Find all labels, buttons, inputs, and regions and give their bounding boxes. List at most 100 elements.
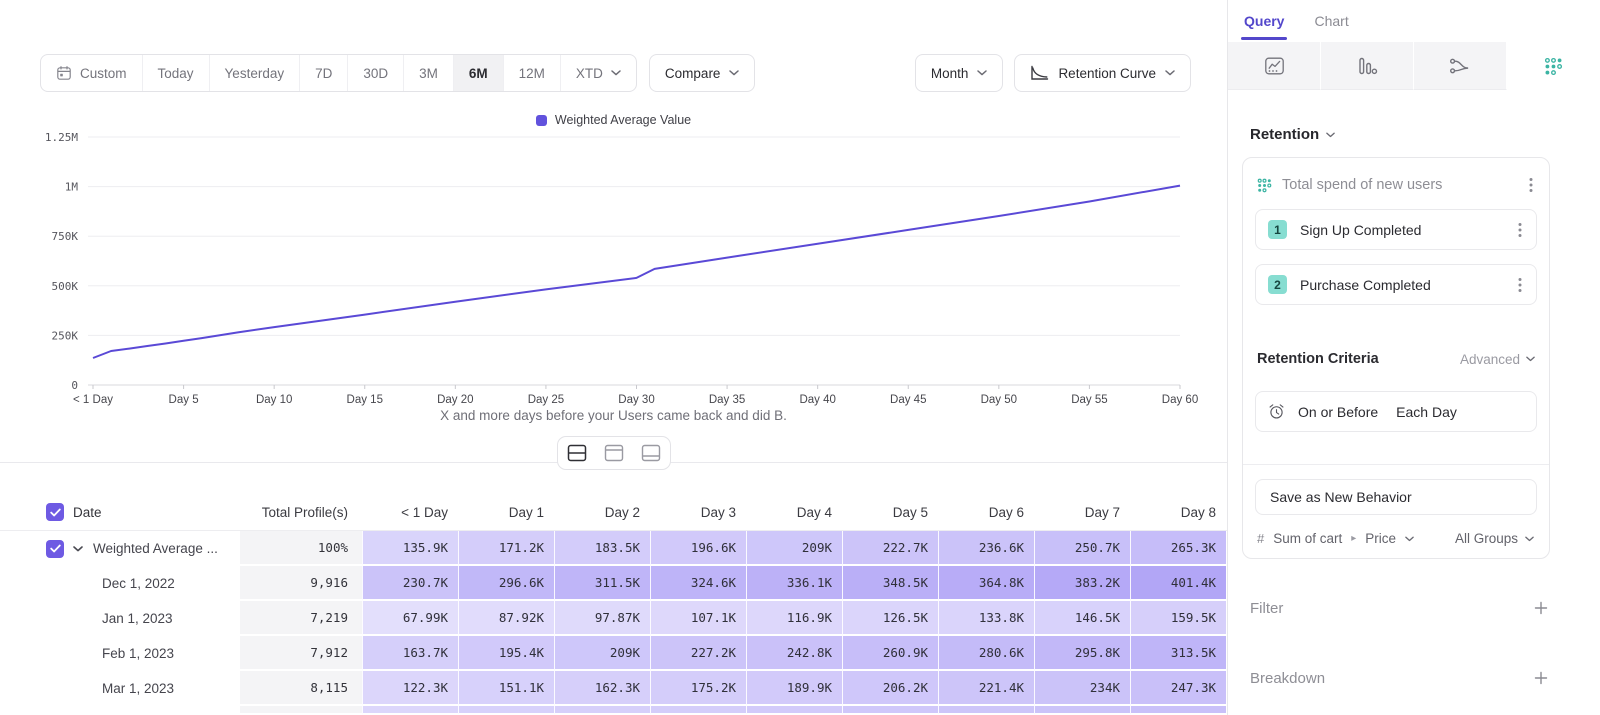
tab-query[interactable]: Query	[1244, 0, 1284, 42]
retention-value-cell: 401.4K	[1130, 566, 1226, 601]
measure-row: # Sum of cart ▸ Price All Groups	[1255, 531, 1537, 546]
retention-value-cell: 296.6K	[458, 566, 554, 601]
y-tick-label: 1.25M	[45, 131, 78, 144]
column-header[interactable]: < 1 Day	[362, 494, 458, 530]
column-header[interactable]: Day 5	[842, 494, 938, 530]
add-filter-button[interactable]	[1532, 599, 1550, 617]
tab-insights[interactable]	[1228, 42, 1321, 90]
column-header[interactable]: Day 6	[938, 494, 1034, 530]
chevron-down-icon	[1526, 356, 1535, 362]
retention-value-cell: 227.2K	[650, 636, 746, 671]
column-header[interactable]: Day 8	[1130, 494, 1226, 530]
column-header[interactable]: Day 7	[1034, 494, 1130, 530]
add-breakdown-button[interactable]	[1532, 669, 1550, 687]
retention-value-cell: 234K	[1034, 671, 1130, 706]
step-number-badge: 1	[1268, 220, 1287, 239]
compare-button[interactable]: Compare	[649, 54, 756, 92]
step-number-badge: 2	[1268, 275, 1287, 294]
range-today[interactable]: Today	[142, 55, 209, 91]
view-toggle-chart-only-view[interactable]	[597, 439, 631, 467]
tab-retention[interactable]	[1507, 42, 1600, 90]
timing-criteria-card[interactable]: On or Before Each Day	[1255, 391, 1537, 432]
timing-window[interactable]: Each Day	[1396, 404, 1457, 420]
kebab-menu-icon[interactable]	[1516, 220, 1524, 240]
retention-value-cell	[842, 706, 938, 715]
granularity-dropdown[interactable]: Month	[915, 54, 1004, 92]
measure-property-dropdown[interactable]: # Sum of cart ▸ Price	[1257, 531, 1414, 546]
retention-criteria-row: Retention Criteria Advanced	[1257, 351, 1535, 367]
chevron-down-icon	[977, 70, 987, 76]
retention-value-cell: 175.2K	[650, 671, 746, 706]
retention-value-cell: 146.5K	[1034, 601, 1130, 636]
column-header[interactable]: Day 3	[650, 494, 746, 530]
column-header[interactable]: Day 2	[554, 494, 650, 530]
y-tick-label: 1M	[65, 181, 79, 194]
chart-type-label: Retention Curve	[1058, 66, 1156, 81]
group-by-dropdown[interactable]: All Groups	[1455, 531, 1534, 546]
row-label: Mar 1, 2023	[102, 681, 174, 696]
table-row[interactable]: Jan 1, 20237,21967.99K87.92K97.87K107.1K…	[0, 601, 1227, 636]
range-yesterday[interactable]: Yesterday	[209, 55, 300, 91]
retention-value-cell: 348.5K	[842, 566, 938, 601]
column-header[interactable]: Total Profile(s)	[240, 494, 362, 530]
timing-condition[interactable]: On or Before	[1298, 404, 1378, 420]
range-custom[interactable]: Custom	[41, 55, 142, 91]
behavior-title[interactable]: Total spend of new users	[1282, 177, 1442, 193]
chart-type-dropdown[interactable]: Retention Curve	[1014, 54, 1191, 92]
y-tick-label: 750K	[52, 230, 79, 243]
row-label: Dec 1, 2022	[102, 576, 175, 591]
range-7d[interactable]: 7D	[299, 55, 347, 91]
table-only-view-icon	[641, 444, 661, 462]
tab-funnels[interactable]	[1321, 42, 1414, 90]
range-label: 7D	[315, 66, 332, 81]
retention-value-cell: 126.5K	[842, 601, 938, 636]
range-30d[interactable]: 30D	[347, 55, 403, 91]
view-toggle-table-only-view[interactable]	[634, 439, 668, 467]
behavior-step-1[interactable]: 1Sign Up Completed	[1255, 209, 1537, 250]
row-checkbox[interactable]	[46, 540, 64, 558]
total-profiles-cell: 100%	[240, 531, 362, 566]
criteria-mode-dropdown[interactable]: Advanced	[1460, 352, 1535, 367]
row-label-cell: Weighted Average ...	[0, 531, 240, 566]
retention-value-cell: 206.2K	[842, 671, 938, 706]
column-header[interactable]: Day 4	[746, 494, 842, 530]
table-row[interactable]: Weighted Average ...100%135.9K171.2K183.…	[0, 531, 1227, 566]
kebab-menu-icon[interactable]	[1516, 275, 1524, 295]
row-expand-chevron-icon[interactable]	[73, 546, 83, 552]
chevron-down-icon	[729, 70, 739, 76]
measure-property-label: Sum of cart	[1273, 531, 1342, 546]
behavior-card: Total spend of new users 1Sign Up Comple…	[1242, 157, 1550, 559]
tab-chart[interactable]: Chart	[1314, 0, 1348, 42]
retention-value-cell: 313.5K	[1130, 636, 1226, 671]
retention-value-cell	[938, 706, 1034, 715]
retention-value-cell: 107.1K	[650, 601, 746, 636]
x-tick-label: Day 55	[1071, 394, 1107, 406]
range-6m[interactable]: 6M	[453, 55, 503, 91]
retention-section-dropdown[interactable]: Retention	[1250, 126, 1550, 143]
tab-flows[interactable]	[1414, 42, 1507, 90]
column-header[interactable]: Day 1	[458, 494, 554, 530]
date-column-header[interactable]: Date	[73, 505, 102, 520]
range-3m[interactable]: 3M	[403, 55, 453, 91]
granularity-label: Month	[931, 66, 969, 81]
breakdown-label: Breakdown	[1250, 670, 1325, 687]
retention-value-cell: 116.9K	[746, 601, 842, 636]
retention-curve-chart[interactable]: 0250K500K750K1M1.25M< 1 DayDay 5Day 10Da…	[20, 108, 1200, 420]
table-row[interactable]: Feb 1, 20237,912163.7K195.4K209K227.2K24…	[0, 636, 1227, 671]
view-toggle-split-view[interactable]	[560, 439, 594, 467]
range-12m[interactable]: 12M	[503, 55, 560, 91]
select-all-checkbox[interactable]	[46, 503, 64, 521]
total-profiles-cell: 7,912	[240, 636, 362, 671]
behavior-step-2[interactable]: 2Purchase Completed	[1255, 264, 1537, 305]
weighted-average-line[interactable]	[93, 186, 1180, 358]
kebab-menu-icon[interactable]	[1527, 175, 1535, 195]
retention-value-cell: 97.87K	[554, 601, 650, 636]
retention-value-cell	[362, 706, 458, 715]
table-row[interactable]: Mar 1, 20238,115122.3K151.1K162.3K175.2K…	[0, 671, 1227, 706]
range-xtd[interactable]: XTD	[560, 55, 636, 91]
save-as-new-behavior-button[interactable]: Save as New Behavior	[1255, 479, 1537, 515]
retention-value-cell: 151.1K	[458, 671, 554, 706]
row-label: Weighted Average ...	[93, 541, 218, 556]
table-row[interactable]: Dec 1, 20229,916230.7K296.6K311.5K324.6K…	[0, 566, 1227, 601]
retention-value-cell	[1034, 706, 1130, 715]
